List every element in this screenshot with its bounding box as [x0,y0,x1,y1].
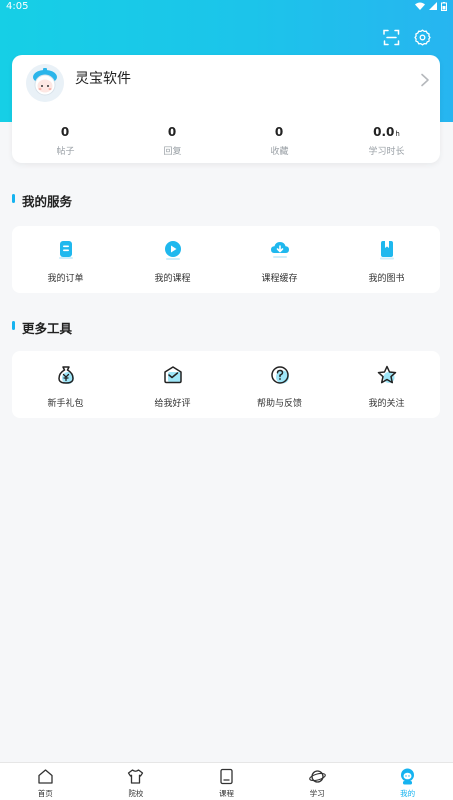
stat-value: 0.0h [373,125,400,139]
download-cache-icon [270,242,289,258]
home-icon [38,769,53,784]
bottom-tab-bar: 首页 院校 课程 学习 我的 [0,762,453,800]
service-my-courses[interactable]: 我的课程 [119,226,226,293]
tab-school[interactable]: 院校 [91,763,182,800]
stat-label: 收藏 [270,147,289,157]
play-course-icon [164,241,181,260]
tool-label: 帮助与反馈 [256,399,302,409]
service-label: 我的订单 [47,274,84,284]
tab-label: 院校 [128,789,144,798]
services-section-title: 我的服务 [12,191,72,210]
tool-give-review[interactable]: 给我好评 [119,351,226,418]
stat-study-time[interactable]: 0.0h 学习时长 [333,125,440,157]
school-shirt-icon [128,769,144,784]
stat-label: 帖子 [56,147,75,157]
status-icons [415,1,447,11]
user-name[interactable]: 灵宝软件 [75,68,131,88]
service-my-orders[interactable]: 我的订单 [12,226,119,293]
tool-label: 新手礼包 [47,399,84,409]
astronaut-avatar-icon [26,64,64,102]
money-bag-icon [57,366,74,384]
top-actions [383,29,431,46]
stat-label: 回复 [163,147,182,157]
profile-stats: 0 帖子 0 回复 0 收藏 0.0h 学习时长 [12,125,440,157]
tool-label: 给我好评 [154,399,191,409]
stat-value: 0 [60,125,70,139]
service-label: 课程缓存 [261,274,298,284]
battery-icon [441,1,447,11]
stat-label: 学习时长 [368,147,405,157]
services-card: 我的订单 我的课程 课程缓存 我的图书 [12,226,440,293]
course-page-icon [220,768,233,785]
tool-newbie-gift[interactable]: 新手礼包 [12,351,119,418]
tools-section-title: 更多工具 [12,318,72,337]
stat-replies[interactable]: 0 回复 [119,125,226,157]
profile-astronaut-icon [401,768,415,785]
help-question-icon [270,366,289,384]
tools-card: 新手礼包 给我好评 帮助与反馈 我的关注 [12,351,440,418]
scan-icon[interactable] [383,29,400,46]
stat-value: 0 [167,125,177,139]
status-bar: 4:05 [0,0,453,12]
tab-home[interactable]: 首页 [0,763,91,800]
wifi-icon [415,2,425,10]
settings-gear-icon[interactable] [414,29,431,46]
stat-posts[interactable]: 0 帖子 [12,125,119,157]
service-my-books[interactable]: 我的图书 [333,226,440,293]
profile-card[interactable]: 灵宝软件 0 帖子 0 回复 0 收藏 0.0h 学习时长 [12,55,440,163]
service-label: 我的图书 [368,274,405,284]
tab-label: 我的 [400,789,416,798]
star-icon [377,365,396,384]
stat-value: 0 [274,125,284,139]
stat-favorites[interactable]: 0 收藏 [226,125,333,157]
planet-study-icon [308,770,326,783]
status-time: 4:05 [6,0,29,12]
tab-mine[interactable]: 我的 [362,763,453,800]
tool-my-follows[interactable]: 我的关注 [333,351,440,418]
tab-label: 首页 [37,789,53,798]
chevron-right-icon[interactable] [420,73,430,87]
tab-courses[interactable]: 课程 [181,763,272,800]
tab-label: 学习 [309,789,325,798]
avatar[interactable] [26,64,64,102]
order-icon [58,241,73,259]
service-course-cache[interactable]: 课程缓存 [226,226,333,293]
book-icon [379,241,394,260]
service-label: 我的课程 [154,274,191,284]
tab-label: 课程 [218,789,234,798]
mail-review-icon [163,366,182,384]
tool-help-feedback[interactable]: 帮助与反馈 [226,351,333,418]
tool-label: 我的关注 [368,399,405,409]
tab-study[interactable]: 学习 [272,763,363,800]
signal-icon [429,2,437,10]
